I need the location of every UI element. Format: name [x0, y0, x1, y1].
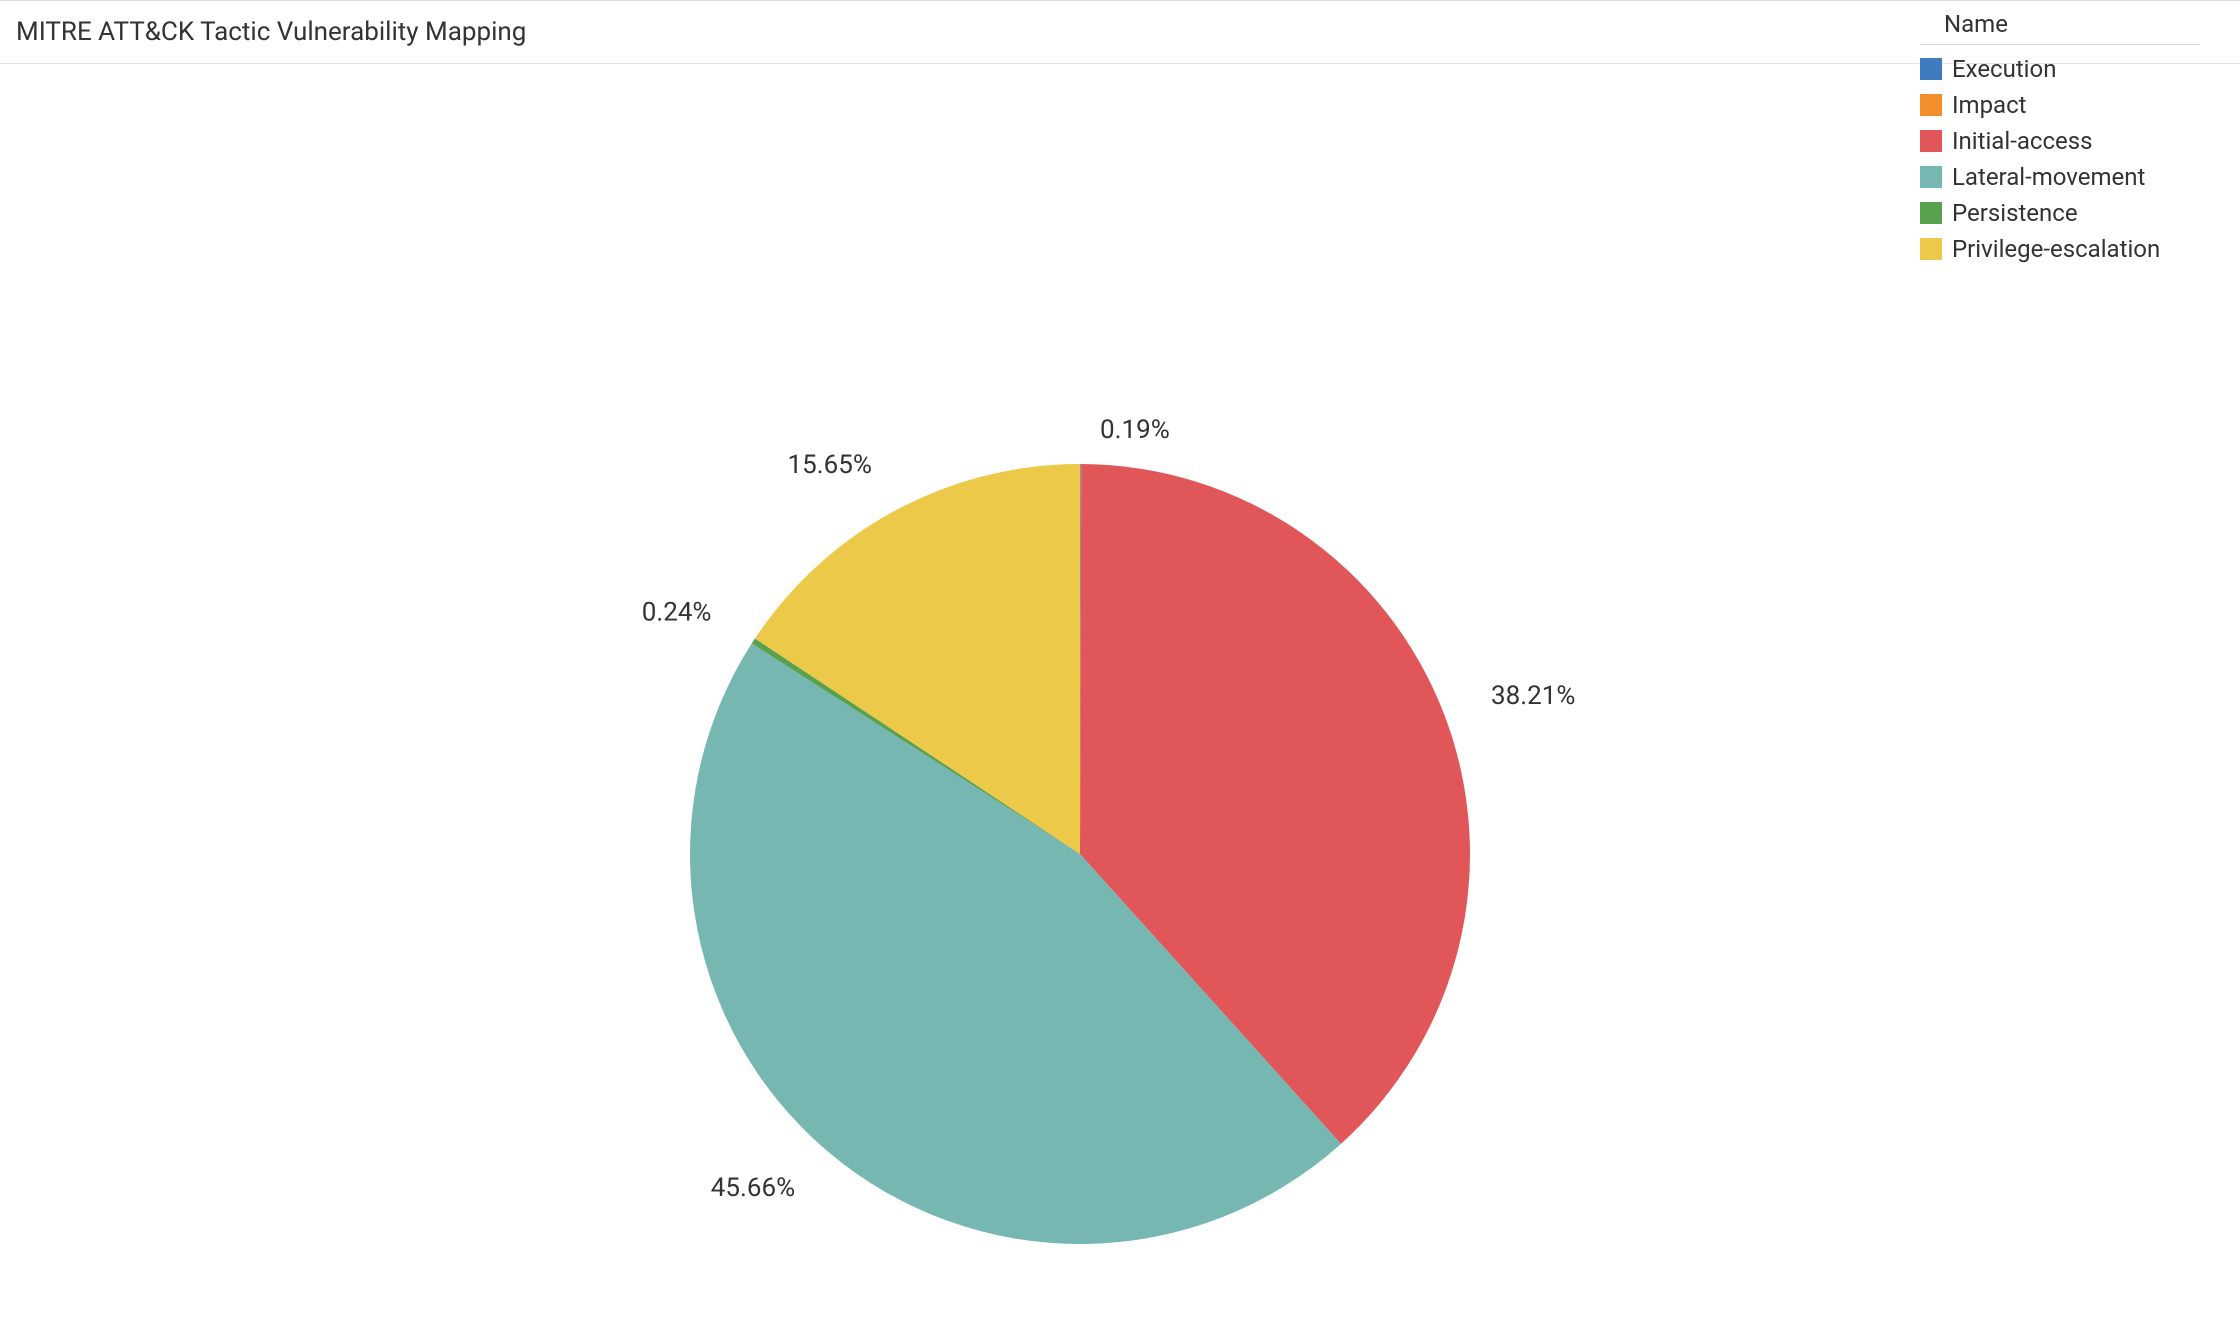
chart-title-text: MITRE ATT&CK Tactic Vulnerability Mappin…	[16, 17, 526, 47]
chart-title: MITRE ATT&CK Tactic Vulnerability Mappin…	[0, 0, 2240, 64]
legend-label: Impact	[1952, 91, 2027, 119]
legend-swatch	[1920, 238, 1942, 260]
legend-label: Privilege-escalation	[1952, 235, 2160, 263]
pie-label: 15.65%	[788, 450, 872, 480]
pie-label: 38.21%	[1491, 681, 1575, 711]
legend-label: Initial-access	[1952, 127, 2093, 155]
pie-label: 0.24%	[642, 597, 712, 627]
pie-label-rest: 0.19%	[1100, 415, 1170, 445]
legend-label: Execution	[1952, 55, 2056, 83]
legend-item-lateral-movement[interactable]: Lateral-movement	[1920, 159, 2200, 195]
legend-item-execution[interactable]: Execution	[1920, 51, 2200, 87]
chart-area: 38.21% 45.66% 0.24% 15.65% 0.19%	[0, 64, 1880, 1338]
legend: Name Execution Impact Initial-access Latera…	[1920, 4, 2200, 267]
legend-label: Lateral-movement	[1952, 163, 2145, 191]
legend-swatch	[1920, 202, 1942, 224]
legend-item-privilege-escalation[interactable]: Privilege-escalation	[1920, 231, 2200, 267]
legend-swatch	[1920, 130, 1942, 152]
pie-chart: 38.21% 45.66% 0.24% 15.65% 0.19%	[0, 64, 1880, 1338]
legend-swatch	[1920, 94, 1942, 116]
legend-swatch	[1920, 58, 1942, 80]
pie-label: 45.66%	[711, 1173, 795, 1203]
legend-item-initial-access[interactable]: Initial-access	[1920, 123, 2200, 159]
legend-item-persistence[interactable]: Persistence	[1920, 195, 2200, 231]
legend-label: Persistence	[1952, 199, 2078, 227]
legend-item-impact[interactable]: Impact	[1920, 87, 2200, 123]
legend-title: Name	[1920, 4, 2200, 45]
legend-swatch	[1920, 166, 1942, 188]
